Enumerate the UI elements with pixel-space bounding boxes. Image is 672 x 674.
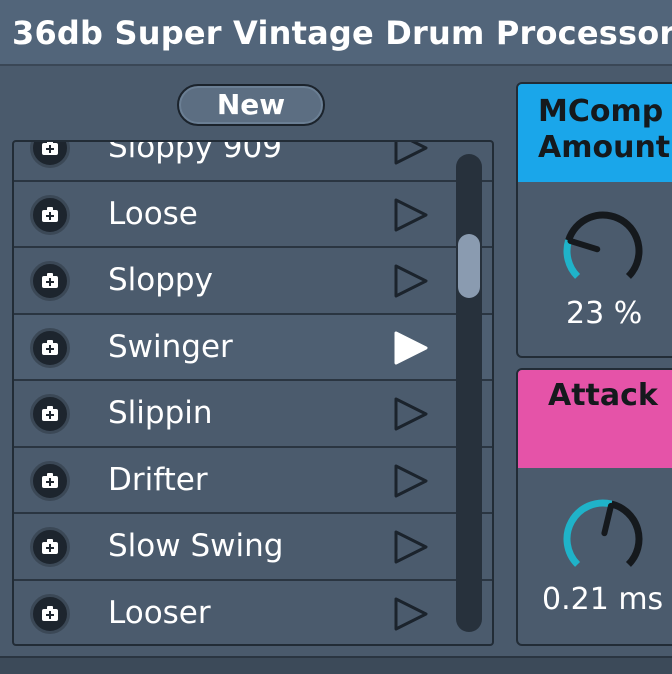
- scrollbar-track[interactable]: [456, 154, 482, 632]
- play-icon[interactable]: [392, 197, 432, 233]
- attack-knob[interactable]: [558, 494, 648, 584]
- preset-name: Sloppy: [108, 262, 213, 298]
- mcomp-knob[interactable]: [558, 206, 648, 296]
- preset-icon[interactable]: [30, 593, 70, 634]
- mcomp-panel: MComp Amount 23 %: [516, 82, 672, 358]
- preset-row[interactable]: Loose: [14, 182, 492, 248]
- play-icon[interactable]: [392, 529, 432, 565]
- scrollbar-thumb[interactable]: [458, 233, 480, 298]
- preset-icon[interactable]: [30, 142, 70, 168]
- play-icon[interactable]: [392, 463, 432, 499]
- preset-list[interactable]: Sloppy 909 Loose Sloppy Swinger Slippin Drift…: [12, 140, 494, 646]
- preset-row[interactable]: Swinger: [14, 314, 492, 381]
- play-icon[interactable]: [392, 396, 432, 432]
- preset-row[interactable]: Sloppy 909: [14, 140, 492, 182]
- preset-name: Drifter: [108, 461, 208, 498]
- play-icon[interactable]: [392, 330, 432, 366]
- preset-icon[interactable]: [30, 527, 70, 567]
- preset-name: Slow Swing: [108, 528, 284, 564]
- preset-icon[interactable]: [30, 327, 70, 368]
- preset-icon[interactable]: [30, 394, 70, 434]
- mcomp-value: 23 %: [566, 296, 643, 331]
- preset-name: Slippin: [108, 395, 213, 431]
- play-icon[interactable]: [392, 263, 432, 299]
- preset-row[interactable]: Looser: [14, 581, 492, 645]
- preset-rows: Sloppy 909 Loose Sloppy Swinger Slippin Drift…: [14, 142, 492, 644]
- preset-name: Swinger: [108, 328, 233, 365]
- bottom-bar: [0, 656, 672, 674]
- preset-name: Looser: [108, 594, 211, 631]
- preset-icon[interactable]: [30, 261, 70, 301]
- preset-name: Loose: [108, 195, 198, 232]
- preset-row[interactable]: Slippin: [14, 381, 492, 448]
- title-bar: 36db Super Vintage Drum Processor: [0, 0, 672, 66]
- attack-label: Attack: [518, 370, 672, 468]
- play-icon[interactable]: [392, 596, 432, 632]
- attack-value: 0.21 ms: [542, 582, 664, 617]
- mcomp-label: MComp Amount: [518, 84, 672, 182]
- preset-row[interactable]: Slow Swing: [14, 514, 492, 581]
- window-title: 36db Super Vintage Drum Processor: [12, 14, 672, 52]
- new-preset-button[interactable]: New: [177, 84, 325, 126]
- attack-panel: Attack 0.21 ms: [516, 368, 672, 646]
- preset-row[interactable]: Drifter: [14, 448, 492, 514]
- preset-row[interactable]: Sloppy: [14, 248, 492, 315]
- preset-icon[interactable]: [30, 194, 70, 235]
- preset-name: Sloppy 909: [108, 140, 282, 165]
- play-icon[interactable]: [392, 140, 432, 166]
- preset-icon[interactable]: [30, 460, 70, 501]
